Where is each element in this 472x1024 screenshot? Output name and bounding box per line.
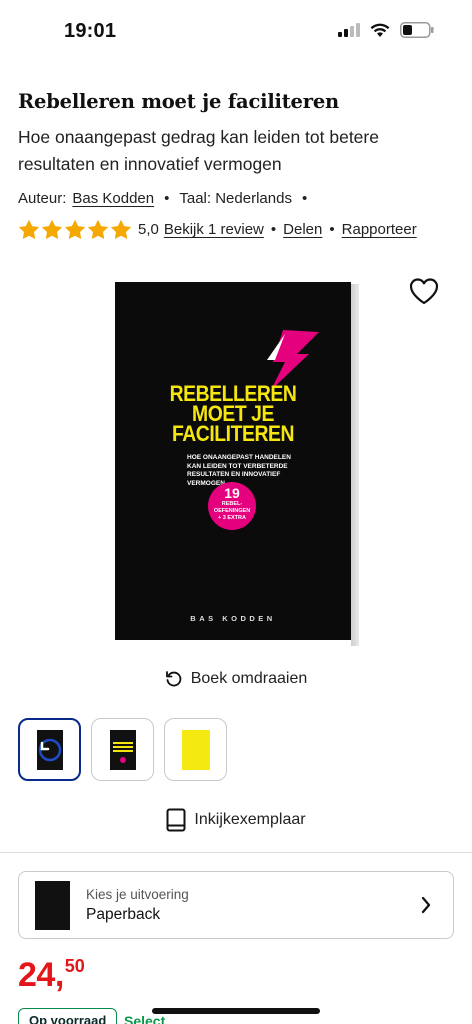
status-icons (338, 22, 434, 38)
cover-title: REBELLEREN MOET JE FACILITEREN (129, 383, 337, 446)
flip-book-label: Boek omdraaien (190, 670, 308, 687)
cover-author: BAS KODDEN (190, 614, 276, 623)
thumbnail-rotate[interactable] (18, 718, 81, 781)
rating-row: 5,0 Bekijk 1 review • Delen • Rapporteer (18, 219, 417, 240)
thumbnail-back-cover[interactable] (164, 718, 227, 781)
preview-label: Inkijkexemplaar (194, 811, 306, 828)
battery-icon (400, 22, 434, 38)
author-link[interactable]: Bas Kodden (72, 190, 154, 207)
star-icon (18, 219, 40, 239)
home-indicator[interactable] (152, 1008, 320, 1014)
star-icon (64, 219, 86, 239)
flip-book-button[interactable]: Boek omdraaien (0, 670, 472, 688)
price-cents: 50 (64, 956, 85, 976)
variant-value: Paperback (86, 906, 161, 923)
separator-dot: • (270, 221, 277, 238)
mini-cover (36, 729, 63, 770)
star-icon (41, 219, 63, 239)
star-icon (110, 219, 132, 239)
wifi-icon (370, 23, 390, 37)
review-link[interactable]: Bekijk 1 review (164, 221, 264, 238)
thumbnail-strip (18, 718, 227, 781)
cover-badge: 19 REBEL- OEFENINGEN + 3 EXTRA (208, 482, 256, 530)
book-cover-image[interactable]: REBELLEREN MOET JE FACILITEREN HOE ONAAN… (115, 282, 359, 646)
select-badge: Select (124, 1013, 166, 1024)
book-icon (166, 808, 186, 832)
preview-button[interactable]: Inkijkexemplaar (0, 808, 472, 832)
share-link[interactable]: Delen (283, 221, 322, 238)
badge-text: REBEL- (221, 501, 243, 507)
separator-dot: • (164, 190, 170, 207)
language-text: Taal: Nederlands (179, 190, 292, 207)
star-icon (87, 219, 109, 239)
author-label: Auteur: (18, 190, 67, 207)
status-bar: 19:01 (0, 0, 472, 60)
cellular-signal-icon (338, 23, 360, 37)
mini-back-cover (181, 729, 210, 770)
book-cover: REBELLEREN MOET JE FACILITEREN HOE ONAAN… (115, 282, 351, 640)
status-time: 19:01 (64, 20, 117, 42)
rating-value: 5,0 (138, 221, 159, 238)
cover-title-line: FACILITEREN (171, 421, 295, 446)
thumbnail-front-cover[interactable] (91, 718, 154, 781)
stock-badge: Op voorraad (18, 1008, 118, 1024)
variant-selector[interactable]: Kies je uitvoering Paperback (18, 871, 454, 939)
product-title: Rebelleren moet je faciliteren (18, 90, 340, 113)
cover-subtitle-line: HOE ONAANGEPAST HANDELEN (187, 454, 291, 461)
rotate-icon (165, 671, 182, 687)
mini-cover (109, 729, 136, 770)
variant-thumbnail (35, 881, 70, 930)
star-rating (18, 219, 132, 240)
separator-dot: • (329, 221, 335, 238)
price-main: 24, (18, 956, 64, 994)
cover-subtitle-line: RESULTATEN EN INNOVATIEF (187, 471, 281, 478)
price: 24,50 (18, 956, 85, 995)
product-subtitle: Hoe onaangepast gedrag kan leiden tot be… (18, 127, 379, 174)
heart-icon[interactable] (408, 276, 440, 306)
report-link[interactable]: Rapporteer (342, 221, 417, 238)
book-spine-edge (351, 284, 359, 646)
section-divider (0, 852, 472, 853)
separator-dot: • (301, 190, 308, 207)
badge-text: + 3 EXTRA (218, 515, 246, 521)
chevron-right-icon (421, 896, 431, 914)
rotate-360-icon (38, 738, 61, 761)
cover-subtitle: HOE ONAANGEPAST HANDELEN KAN LEIDEN TOT … (187, 454, 327, 488)
cover-subtitle-line: KAN LEIDEN TOT VERBETERDE (187, 462, 288, 470)
variant-label: Kies je uitvoering (86, 887, 189, 902)
product-meta: Auteur: Bas Kodden • Taal: Nederlands • (18, 190, 311, 207)
badge-number: 19 (224, 485, 240, 501)
badge-text: OEFENINGEN (213, 508, 251, 514)
